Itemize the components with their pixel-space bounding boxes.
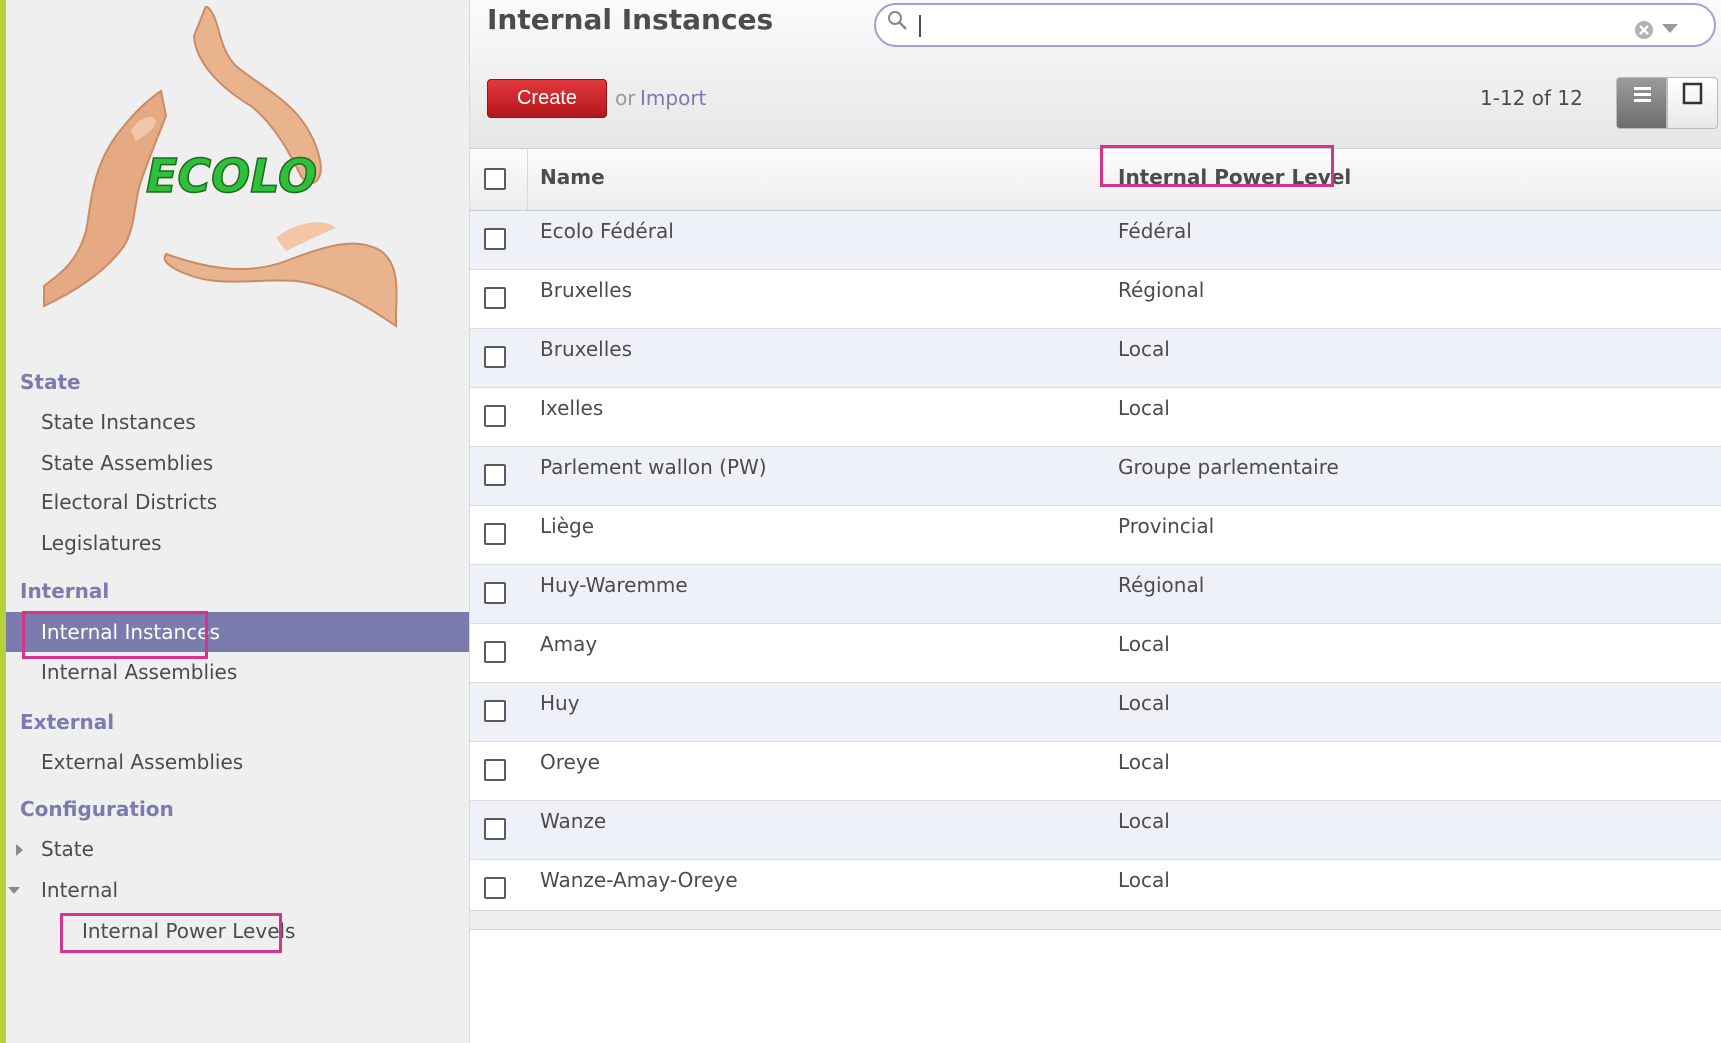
control-panel: Internal Instances Create or Import 1-12… <box>470 0 1721 149</box>
cell-power-level: Fédéral <box>1118 219 1192 243</box>
row-checkbox[interactable] <box>484 523 506 545</box>
row-checkbox[interactable] <box>484 700 506 722</box>
clear-search-icon[interactable] <box>1633 19 1655 41</box>
cell-power-level: Régional <box>1118 278 1205 302</box>
table-row[interactable]: Huy Local <box>470 683 1721 742</box>
highlight-internal-instances <box>22 611 208 659</box>
row-checkbox[interactable] <box>484 346 506 368</box>
cell-power-level: Local <box>1118 632 1170 656</box>
cell-name: Ecolo Fédéral <box>540 219 674 243</box>
menu-item-config-internal-label: Internal <box>41 878 119 902</box>
cell-name: Amay <box>540 632 598 656</box>
cell-power-level: Local <box>1118 868 1170 892</box>
table-row[interactable]: Bruxelles Régional <box>470 270 1721 329</box>
menu-item-external-assemblies[interactable]: External Assemblies <box>6 742 469 782</box>
table-row[interactable]: Wanze Local <box>470 801 1721 860</box>
list-view-button[interactable] <box>1616 77 1667 129</box>
table-row[interactable]: Oreye Local <box>470 742 1721 801</box>
search-dropdown-icon[interactable] <box>1662 24 1678 33</box>
page-title: Internal Instances <box>487 3 774 36</box>
row-checkbox[interactable] <box>484 759 506 781</box>
table-footer <box>470 910 1721 930</box>
menu-item-legislatures[interactable]: Legislatures <box>6 523 469 563</box>
expand-arrow-icon[interactable] <box>16 844 23 856</box>
form-view-icon <box>1682 82 1703 105</box>
search-input[interactable] <box>920 12 1624 42</box>
cell-power-level: Local <box>1118 750 1170 774</box>
section-configuration: Configuration <box>20 797 174 821</box>
cell-power-level: Local <box>1118 691 1170 715</box>
table-row[interactable]: Ixelles Local <box>470 388 1721 447</box>
form-view-button[interactable] <box>1667 77 1718 129</box>
menu-item-state-instances[interactable]: State Instances <box>6 402 469 442</box>
header-divider <box>527 149 528 210</box>
ecolo-logo: ECOLO <box>43 6 398 328</box>
collapse-arrow-icon[interactable] <box>8 887 20 894</box>
view-switcher <box>1616 77 1719 129</box>
section-external: External <box>20 710 115 734</box>
table-row[interactable]: Amay Local <box>470 624 1721 683</box>
cell-name: Huy-Waremme <box>540 573 688 597</box>
cell-name: Huy <box>540 691 580 715</box>
table-row[interactable]: Huy-Waremme Régional <box>470 565 1721 624</box>
ecolo-wordmark: ECOLO <box>145 148 318 204</box>
table-row[interactable]: Parlement wallon (PW) Groupe parlementai… <box>470 447 1721 506</box>
row-checkbox[interactable] <box>484 818 506 840</box>
cell-name: Wanze-Amay-Oreye <box>540 868 738 892</box>
select-all-checkbox[interactable] <box>484 168 506 190</box>
row-checkbox[interactable] <box>484 287 506 309</box>
cell-name: Parlement wallon (PW) <box>540 455 767 479</box>
cell-name: Bruxelles <box>540 337 632 361</box>
menu-item-state-assemblies[interactable]: State Assemblies <box>6 443 469 483</box>
menu-item-config-internal[interactable]: Internal <box>6 870 469 910</box>
row-checkbox[interactable] <box>484 877 506 899</box>
row-checkbox[interactable] <box>484 582 506 604</box>
menu-item-config-state[interactable]: State <box>6 829 469 869</box>
cell-name: Bruxelles <box>540 278 632 302</box>
section-internal: Internal <box>20 579 110 603</box>
column-header-name[interactable]: Name <box>540 165 605 189</box>
pager-value[interactable]: 1-12 of 12 <box>1480 86 1583 110</box>
search-box[interactable] <box>874 3 1716 47</box>
menu-item-electoral-districts[interactable]: Electoral Districts <box>6 482 469 522</box>
cell-power-level: Régional <box>1118 573 1205 597</box>
cell-name: Oreye <box>540 750 600 774</box>
row-checkbox[interactable] <box>484 464 506 486</box>
row-checkbox[interactable] <box>484 228 506 250</box>
table-header: Name Internal Power Level <box>470 145 1721 212</box>
list-view-icon <box>1634 87 1651 102</box>
section-state: State <box>20 370 81 394</box>
menu-item-config-state-label: State <box>41 837 94 861</box>
import-link[interactable]: Import <box>640 86 706 110</box>
highlight-internal-power-levels <box>60 913 282 953</box>
svg-text:ECOLO: ECOLO <box>146 149 317 203</box>
table-row[interactable]: Ecolo Fédéral Fédéral <box>470 211 1721 270</box>
row-checkbox[interactable] <box>484 641 506 663</box>
or-text: or <box>615 86 636 110</box>
cell-power-level: Groupe parlementaire <box>1118 455 1339 479</box>
table-row[interactable]: Bruxelles Local <box>470 329 1721 388</box>
cell-power-level: Provincial <box>1118 514 1215 538</box>
cell-power-level: Local <box>1118 809 1170 833</box>
sidebar: ECOLO State State Instances State Assemb… <box>6 0 470 1043</box>
row-checkbox[interactable] <box>484 405 506 427</box>
highlight-power-level-column <box>1100 145 1334 187</box>
main-content: Internal Instances Create or Import 1-12… <box>470 0 1721 1043</box>
table-row[interactable]: Liège Provincial <box>470 506 1721 565</box>
cell-name: Wanze <box>540 809 607 833</box>
cell-power-level: Local <box>1118 337 1170 361</box>
search-icon <box>888 11 907 30</box>
cell-name: Ixelles <box>540 396 604 420</box>
cell-name: Liège <box>540 514 595 538</box>
cell-power-level: Local <box>1118 396 1170 420</box>
create-button[interactable]: Create <box>487 79 607 118</box>
